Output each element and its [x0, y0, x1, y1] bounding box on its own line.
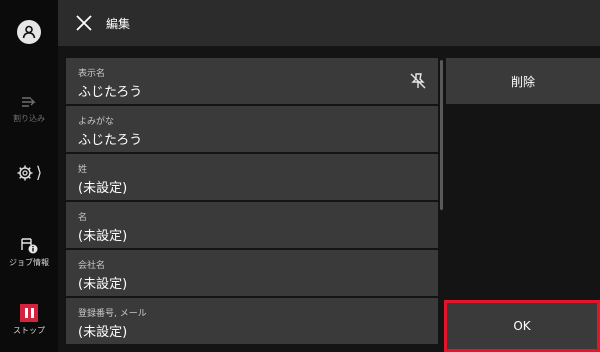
delete-button[interactable]: 削除 [446, 58, 600, 104]
field-company[interactable]: 会社名 (未設定) [66, 250, 438, 296]
ok-label: OK [513, 319, 531, 333]
account-icon [17, 20, 41, 44]
stop-label: ストップ [13, 326, 45, 335]
field-display-name[interactable]: 表示名 ふじたろう [66, 58, 438, 104]
right-empty-area [446, 104, 600, 298]
field-label: よみがな [78, 117, 115, 127]
close-icon [76, 15, 92, 31]
field-label: 姓 [78, 165, 88, 175]
field-label: 会社名 [78, 261, 106, 271]
field-first-name[interactable]: 名 (未設定) [66, 202, 438, 248]
field-label: 名 [78, 213, 88, 223]
field-reading[interactable]: よみがな ふじたろう [66, 106, 438, 152]
chevron-right-icon: ⟩ [35, 163, 43, 182]
interrupt-label: 割り込み [13, 114, 45, 123]
job-info-label: ジョブ情報 [9, 258, 49, 267]
account-button[interactable] [0, 20, 58, 44]
header-bar: 編集 [58, 0, 600, 46]
field-value: ふじたろう [78, 85, 143, 100]
side-rail: 割り込み ⟩ ジョブ情報 ストップ [0, 0, 58, 352]
interrupt-button[interactable]: 割り込み [0, 94, 58, 124]
job-info-button[interactable]: ジョブ情報 [0, 236, 58, 268]
field-registration-email[interactable]: 登録番号, メール (未設定) [66, 298, 438, 344]
list-scrollbar[interactable] [440, 60, 443, 210]
pin-off-icon[interactable] [408, 71, 428, 91]
gear-icon [17, 165, 33, 181]
settings-button[interactable]: ⟩ [0, 164, 58, 182]
field-list: 表示名 ふじたろう よみがな ふじたろう 姓 (未設定) 名 (未設定) 会社名… [66, 58, 438, 352]
field-label: 表示名 [78, 69, 106, 79]
field-label: 登録番号, メール [78, 309, 147, 319]
ok-button[interactable]: OK [444, 300, 600, 352]
page-title: 編集 [106, 16, 131, 31]
field-value: (未設定) [78, 229, 128, 244]
interrupt-icon [22, 97, 36, 107]
field-value: (未設定) [78, 277, 128, 292]
field-value: (未設定) [78, 325, 128, 340]
job-info-icon [21, 238, 38, 254]
field-last-name[interactable]: 姓 (未設定) [66, 154, 438, 200]
field-value: ふじたろう [78, 133, 143, 148]
field-value: (未設定) [78, 181, 128, 196]
stop-icon [20, 304, 38, 322]
stop-button[interactable]: ストップ [0, 304, 58, 336]
delete-label: 削除 [510, 74, 535, 89]
close-button[interactable] [68, 0, 100, 46]
